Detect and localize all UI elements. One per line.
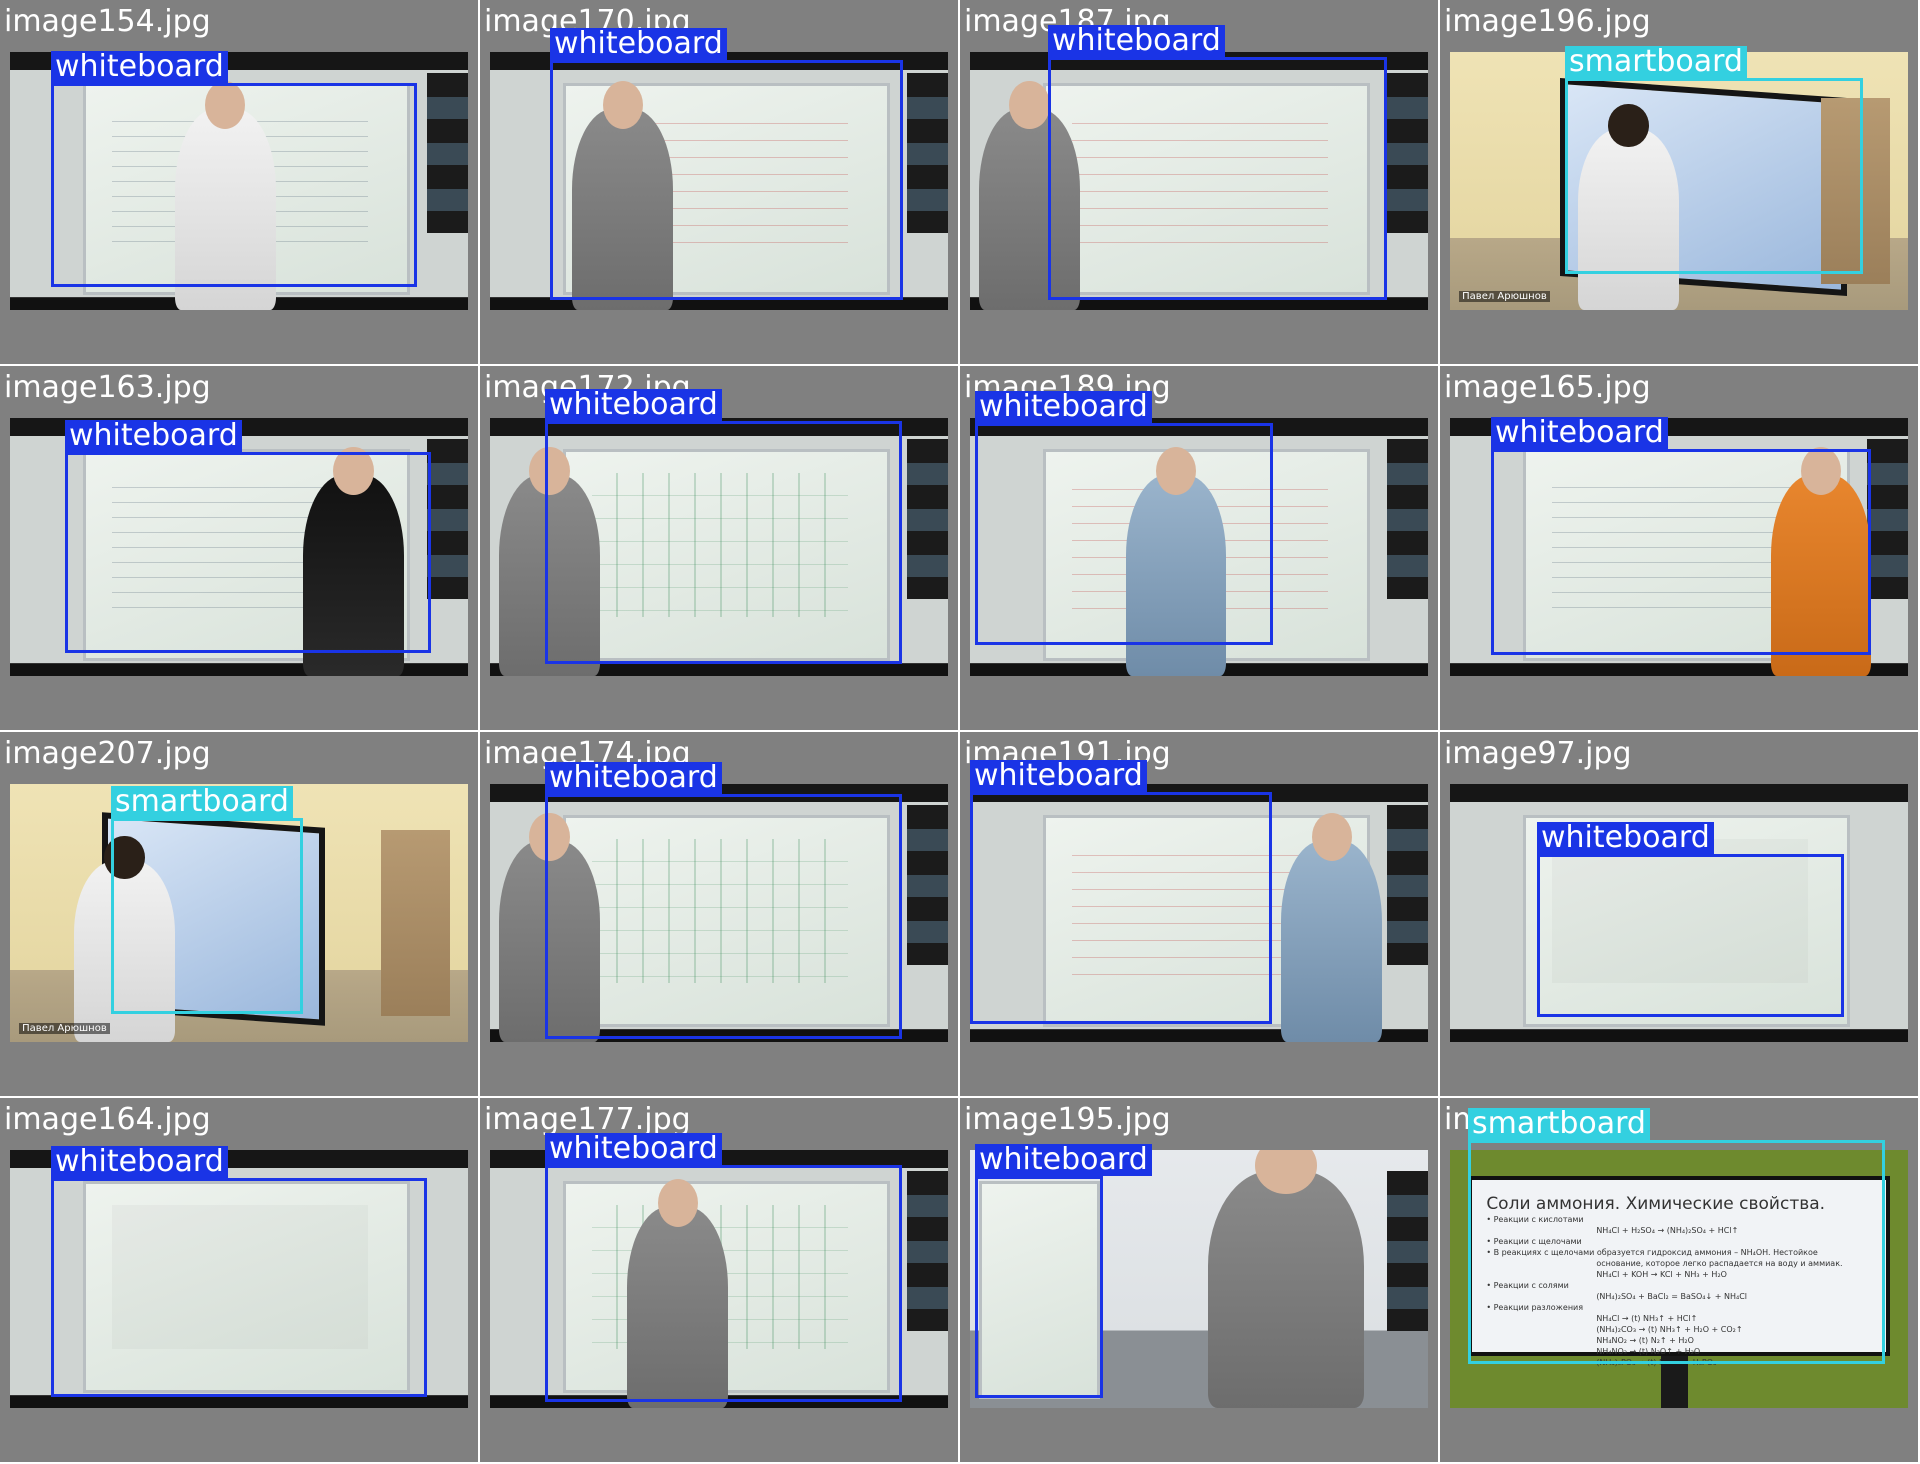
result-tile: im Соли аммония. Химические свойства. • Ре… [1440,1098,1918,1462]
result-tile: image189.jpg whiteboard [960,366,1438,730]
class-label: smartboard [111,786,293,818]
participants-sidebar [1866,438,1908,599]
smartboard-bounding-box [111,818,303,1014]
result-tile: image174.jpg whiteboard [480,732,958,1096]
whiteboard-bounding-box [550,60,903,300]
result-tile: image165.jpg whiteboard [1440,366,1918,730]
result-tile: image163.jpg whiteboard [0,366,478,730]
person-head [1254,1150,1318,1195]
class-label: whiteboard [1491,417,1668,449]
result-tile: image170.jpg whiteboard [480,0,958,364]
participants-sidebar [1386,804,1428,965]
result-tile: image177.jpg whiteboard [480,1098,958,1462]
participants-sidebar [906,72,948,233]
class-label: whiteboard [51,51,228,83]
whiteboard-bounding-box [65,452,431,653]
class-label: whiteboard [545,762,722,794]
class-label: whiteboard [545,389,722,421]
result-tile: image187.jpg whiteboard [960,0,1438,364]
class-label: whiteboard [550,28,727,60]
whiteboard-bounding-box [545,1165,902,1402]
whiteboard-bounding-box [51,83,417,287]
class-label: whiteboard [975,1144,1152,1176]
whiteboard-bounding-box [1491,449,1871,655]
person-head [1009,80,1050,129]
class-label: smartboard [1468,1108,1650,1140]
class-label: whiteboard [970,760,1147,792]
participants-sidebar [906,1170,948,1331]
image-filename: image207.jpg [4,736,211,771]
result-tile: image97.jpg whiteboard [1440,732,1918,1096]
class-label: whiteboard [975,391,1152,423]
class-label: whiteboard [51,1146,228,1178]
class-label: whiteboard [65,420,242,452]
participants-sidebar [906,804,948,965]
class-label: whiteboard [1048,25,1225,57]
camera-watermark: Павел Арюшнов [19,1023,110,1035]
image-filename: image164.jpg [4,1102,211,1137]
image-filename: image195.jpg [964,1102,1171,1137]
result-tile: image196.jpg Павел Арюшнов smartboard [1440,0,1918,364]
smartboard-bounding-box [1468,1140,1885,1364]
result-tile: image172.jpg whiteboard [480,366,958,730]
door [381,830,450,1017]
whiteboard-bounding-box [51,1178,427,1397]
class-label: whiteboard [545,1133,722,1165]
smartboard-bounding-box [1565,78,1863,274]
image-filename: image163.jpg [4,370,211,405]
detection-results-grid: image154.jpg whiteboard image170.jpg whiteb… [0,0,1920,1464]
whiteboard-bounding-box [1537,854,1844,1017]
result-tile: image207.jpg Павел Арюшнов smartboard [0,732,478,1096]
person [1208,1150,1364,1408]
whiteboard-bounding-box [545,421,902,664]
tv-mount [1660,1356,1689,1408]
participants-sidebar [1386,438,1428,599]
class-label: smartboard [1565,46,1747,78]
participants-sidebar [426,438,468,599]
person [1281,812,1383,1042]
result-tile: image191.jpg whiteboard [960,732,1438,1096]
image-filename: image154.jpg [4,4,211,39]
person-head [1311,812,1352,861]
whiteboard-bounding-box [975,423,1273,645]
whiteboard-bounding-box [1048,57,1387,300]
whiteboard-bounding-box [975,1176,1103,1398]
participants-sidebar [1386,72,1428,233]
participants-sidebar [906,438,948,599]
camera-watermark: Павел Арюшнов [1459,291,1550,303]
result-tile: image154.jpg whiteboard [0,0,478,364]
image-filename: image97.jpg [1444,736,1632,771]
whiteboard-bounding-box [970,792,1272,1024]
video-call-topbar [1450,784,1908,802]
class-label: whiteboard [1537,822,1714,854]
result-tile: image195.jpg whiteboard [960,1098,1438,1462]
participants-sidebar [1386,1170,1428,1331]
video-call-toolbar [1450,1029,1908,1042]
whiteboard-bounding-box [545,794,902,1039]
result-tile: image164.jpg whiteboard [0,1098,478,1462]
image-filename: image196.jpg [1444,4,1651,39]
participants-sidebar [426,72,468,233]
image-filename: image165.jpg [1444,370,1651,405]
